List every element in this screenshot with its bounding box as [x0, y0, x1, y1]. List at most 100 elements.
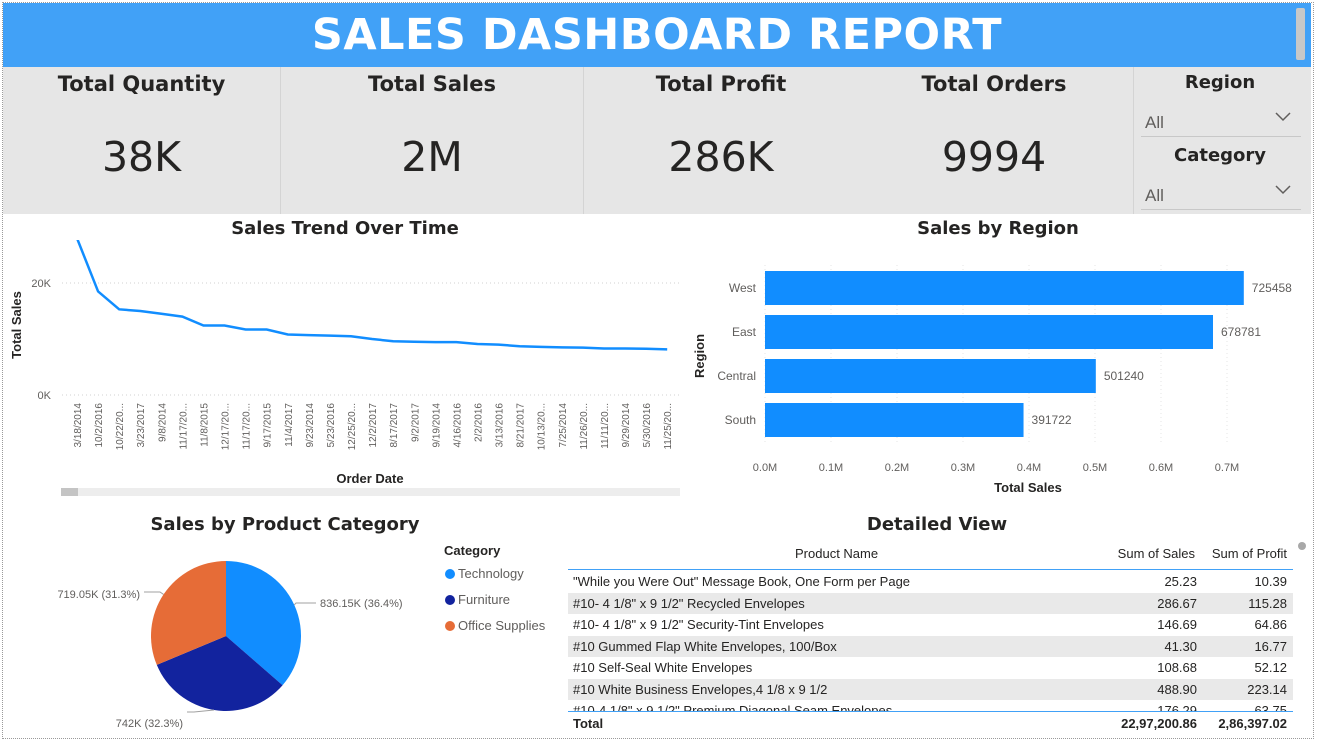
x-tick-label: 7/25/2014	[558, 403, 569, 448]
product-name-cell: "While you Were Out" Message Book, One F…	[573, 574, 911, 589]
product-name-cell: #10-4 1/8" x 9 1/2" Premium Diagonal Sea…	[573, 703, 893, 711]
sales-trend-line	[76, 240, 668, 351]
table-body[interactable]: "While you Were Out" Message Book, One F…	[568, 571, 1293, 711]
page-title: SALES DASHBOARD REPORT	[311, 10, 1003, 60]
x-tick-label: 0.0M	[753, 462, 777, 474]
bar-chart-title: Sales by Region	[917, 218, 1079, 239]
sum-of-sales-cell: 286.67	[1157, 595, 1197, 611]
sum-of-profit-cell: 10.39	[1254, 574, 1287, 589]
x-axis-title: Order Date	[336, 471, 403, 486]
x-tick-label: 11/4/2017	[284, 403, 295, 447]
data-label: 391722	[1032, 413, 1072, 427]
table-row[interactable]: "While you Were Out" Message Book, One F…	[568, 571, 1293, 593]
kpi-band: Total Quantity 38K Total Sales 2M Total …	[3, 67, 1311, 214]
region-dropdown[interactable]: All	[1141, 104, 1301, 137]
line-chart-title: Sales Trend Over Time	[231, 218, 459, 239]
sales-by-category-pie-chart[interactable]: 836.15K (36.4%) 742K (32.3%) 719.05K (31.3…	[30, 540, 440, 735]
sum-of-profit-cell: 52.12	[1254, 660, 1287, 675]
total-sales: 22,97,200.86	[1121, 716, 1197, 731]
sum-of-sales-cell: 488.90	[1157, 681, 1197, 697]
total-label: Total	[573, 716, 604, 731]
legend-item-furniture[interactable]: Furniture	[445, 592, 510, 607]
data-label: 836.15K (36.4%)	[320, 598, 403, 610]
kpi-value: 286K	[668, 133, 774, 181]
horizontal-scrollbar-thumb	[61, 488, 78, 496]
sum-of-sales-cell: 25.23	[1164, 574, 1197, 589]
kpi-label: Total Orders	[921, 72, 1067, 96]
bar-south	[765, 403, 1024, 437]
kpi-total-profit: Total Profit 286K	[584, 67, 858, 214]
product-name-cell: #10 Self-Seal White Envelopes	[573, 660, 753, 675]
product-name-cell: #10- 4 1/8" x 9 1/2" Security-Tint Envel…	[573, 617, 824, 632]
x-tick-label: 0.5M	[1083, 462, 1107, 474]
x-tick-label: 0.2M	[885, 462, 909, 474]
kpi-value: 9994	[941, 133, 1047, 181]
data-label: 742K (32.3%)	[116, 718, 183, 730]
sum-of-sales-cell: 108.68	[1157, 660, 1197, 675]
x-axis-title: Total Sales	[994, 480, 1062, 495]
page-scrollbar[interactable]	[1296, 8, 1305, 60]
legend-label: Office Supplies	[458, 618, 546, 633]
x-tick-label: 2/2/2016	[473, 403, 484, 442]
x-tick-label: 9/2/2017	[410, 403, 421, 442]
x-tick-label: 3/23/2017	[136, 403, 147, 448]
sum-of-sales-cell: 146.69	[1157, 617, 1197, 632]
kpi-value: 38K	[101, 133, 182, 181]
product-name-cell: #10- 4 1/8" x 9 1/2" Recycled Envelopes	[573, 595, 805, 611]
table-total-row: Total 22,97,200.86 2,86,397.02	[568, 711, 1293, 735]
table-row[interactable]: #10- 4 1/8" x 9 1/2" Recycled Envelopes 2…	[568, 592, 1293, 614]
pie-legend-title: Category	[444, 543, 501, 558]
x-tick-label: 5/30/2016	[642, 403, 653, 448]
sum-of-profit-cell: 115.28	[1248, 595, 1287, 611]
column-header-product-name[interactable]: Product Name	[795, 546, 878, 561]
table-row[interactable]: #10 Self-Seal White Envelopes 108.68 52.12	[568, 657, 1293, 679]
table-row[interactable]: #10 White Business Envelopes,4 1/8 x 9 1…	[568, 678, 1293, 700]
x-tick-label: 11/11/20...	[600, 403, 611, 449]
region-dropdown-value: All	[1145, 113, 1164, 132]
x-tick-label: 12/25/20...	[347, 403, 358, 450]
x-tick-label: 11/8/2015	[199, 403, 210, 447]
x-tick-label: 10/22/20...	[115, 403, 126, 450]
sales-by-region-bar-chart[interactable]: 0.0M 0.1M 0.2M 0.3M 0.4M 0.5M 0.6M 0.7M West 7254…	[685, 240, 1315, 500]
y-tick-label: Central	[717, 369, 756, 383]
y-tick-label: 20K	[31, 278, 51, 290]
x-tick-label: 4/16/2016	[452, 403, 463, 448]
detailed-view-table[interactable]: Product Name Sum of Sales Sum of Profit …	[568, 540, 1296, 735]
kpi-label: Total Sales	[368, 72, 496, 96]
column-header-sum-of-profit[interactable]: Sum of Profit	[1212, 546, 1287, 561]
legend-item-technology[interactable]: Technology	[445, 566, 524, 581]
table-row[interactable]: #10-4 1/8" x 9 1/2" Premium Diagonal Sea…	[568, 700, 1293, 711]
data-label: 678781	[1221, 325, 1261, 339]
header-banner: SALES DASHBOARD REPORT	[3, 3, 1311, 67]
sales-trend-line-chart[interactable]: 0K 20K 3/18/2014 10/2/2016 10/22/20... 3/23/2…	[0, 240, 690, 500]
sum-of-sales-cell: 176.29	[1157, 703, 1197, 711]
x-tick-label: 3/18/2014	[73, 403, 84, 448]
product-name-cell: #10 Gummed Flap White Envelopes, 100/Box	[573, 638, 837, 654]
y-tick-label: East	[732, 325, 757, 339]
x-tick-label: 11/17/20...	[242, 403, 253, 450]
bar-central	[765, 359, 1096, 393]
x-tick-label: 11/26/20...	[579, 403, 590, 450]
sum-of-profit-cell: 63.75	[1254, 703, 1287, 711]
x-tick-label: 0.1M	[819, 462, 843, 474]
kpi-divider	[1133, 67, 1134, 214]
x-tick-label: 8/17/2017	[389, 403, 400, 448]
x-tick-label: 9/29/2014	[621, 403, 632, 448]
y-tick-label: 0K	[38, 390, 52, 402]
table-title: Detailed View	[866, 514, 1008, 535]
column-header-sum-of-sales[interactable]: Sum of Sales	[1118, 546, 1195, 561]
table-row[interactable]: #10- 4 1/8" x 9 1/2" Security-Tint Envel…	[568, 614, 1293, 636]
data-label: 725458	[1252, 281, 1292, 295]
category-dropdown-value: All	[1145, 186, 1164, 205]
legend-dot-icon	[445, 620, 455, 631]
x-tick-label: 0.4M	[1017, 462, 1041, 474]
category-dropdown[interactable]: All	[1141, 177, 1301, 210]
legend-item-office-supplies[interactable]: Office Supplies	[445, 618, 545, 633]
chevron-down-icon	[1275, 112, 1291, 122]
table-scrollbar[interactable]	[1298, 542, 1306, 550]
table-row[interactable]: #10 Gummed Flap White Envelopes, 100/Box…	[568, 635, 1293, 657]
sum-of-sales-cell: 41.30	[1164, 638, 1197, 654]
leader-line	[144, 591, 164, 595]
sum-of-profit-cell: 16.77	[1254, 638, 1287, 654]
x-tick-label: 12/17/20...	[221, 403, 232, 450]
